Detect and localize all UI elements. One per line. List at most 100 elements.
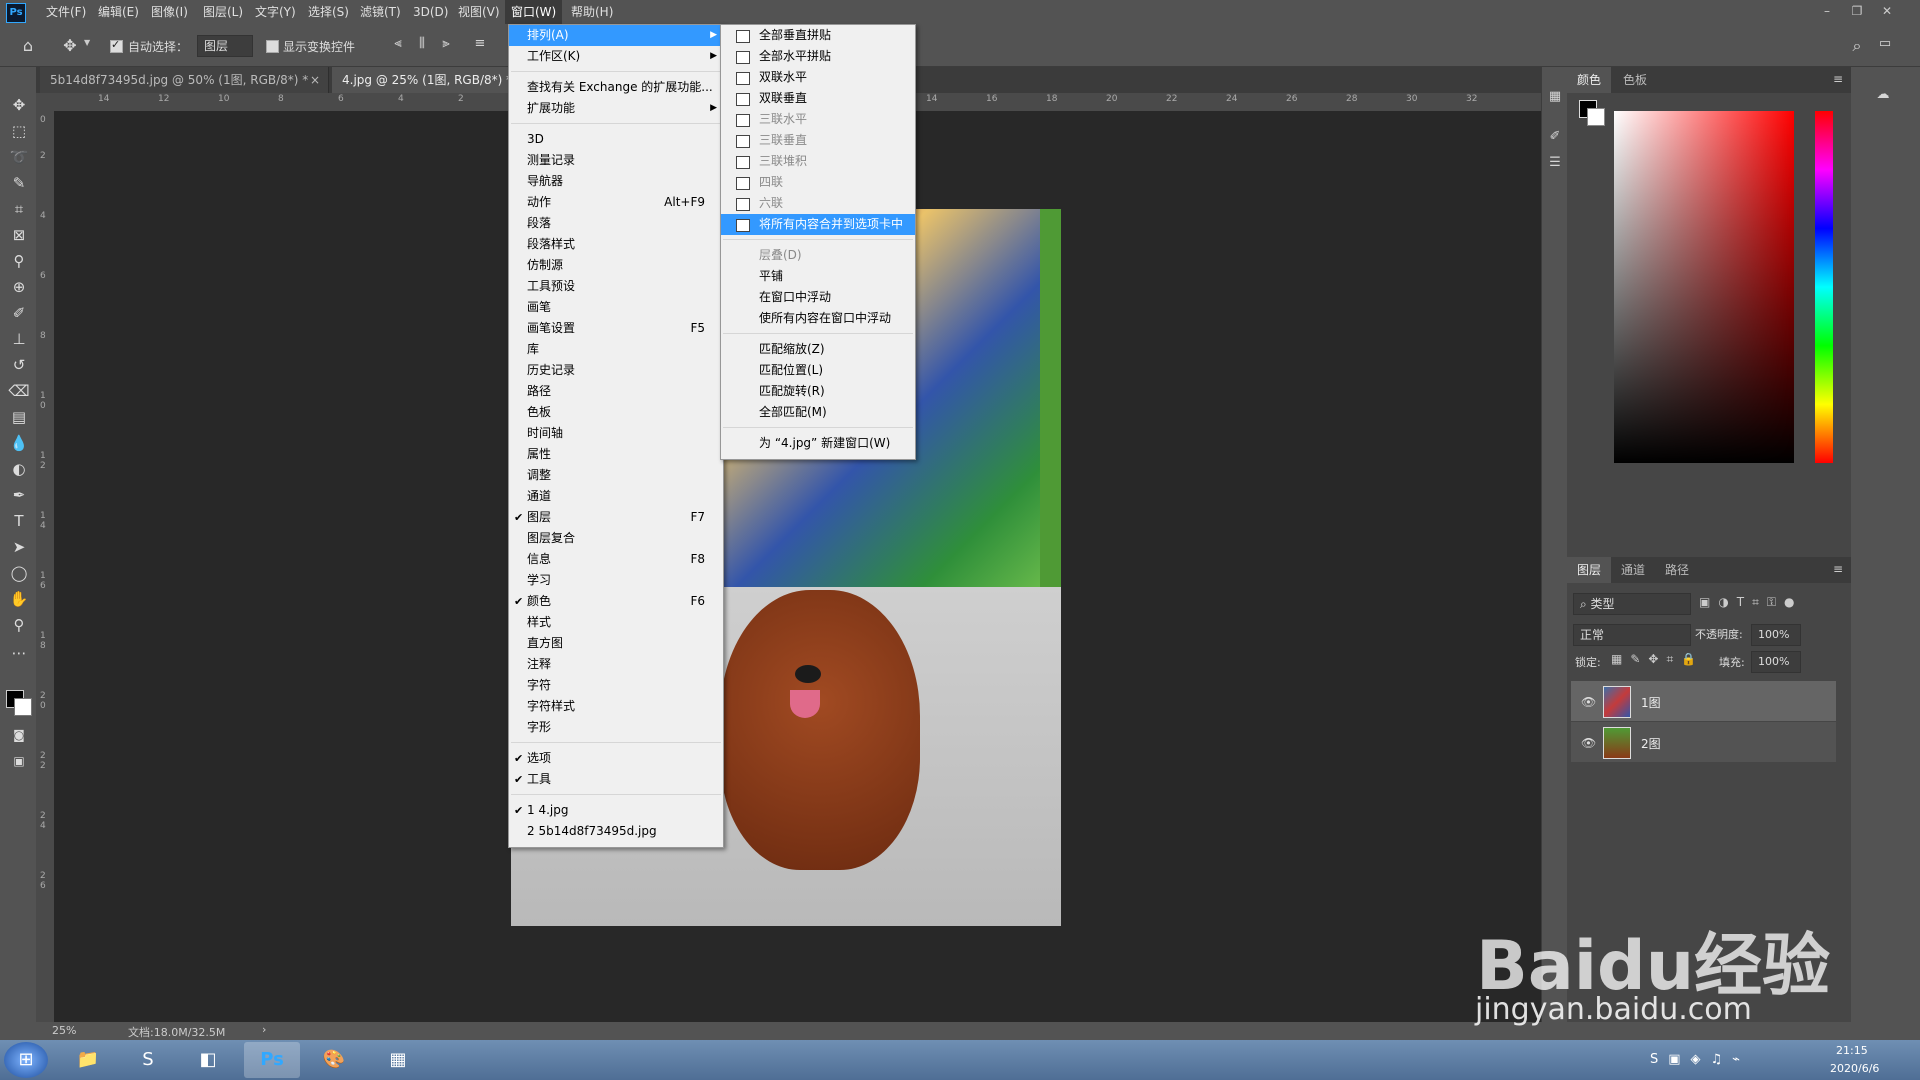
menu-3d[interactable]: 3D(D): [407, 0, 454, 24]
menu-type[interactable]: 文字(Y): [249, 0, 302, 24]
window-menu-item[interactable]: 字符: [509, 675, 723, 696]
window-menu-item[interactable]: 样式: [509, 612, 723, 633]
quick-select-tool-icon[interactable]: ✎: [8, 172, 30, 194]
window-menu-item[interactable]: 仿制源: [509, 255, 723, 276]
history-panel-icon[interactable]: ▦: [1546, 89, 1564, 104]
window-menu-item[interactable]: 学习: [509, 570, 723, 591]
shape-tool-icon[interactable]: ◯: [8, 562, 30, 584]
window-menu-item[interactable]: 段落: [509, 213, 723, 234]
arrange-menu-item[interactable]: 匹配位置(L): [721, 360, 915, 381]
arrange-menu-item[interactable]: 为 “4.jpg” 新建窗口(W): [721, 433, 915, 454]
tab-channels[interactable]: 通道: [1611, 557, 1655, 583]
window-menu-item[interactable]: 直方图: [509, 633, 723, 654]
auto-select-checkbox[interactable]: [110, 38, 123, 53]
system-tray-icons[interactable]: S▣◈♫⌁: [1650, 1052, 1750, 1067]
arrange-menu-item[interactable]: 三联堆积: [721, 151, 915, 172]
window-menu-item[interactable]: 工作区(K) ▶: [509, 46, 723, 67]
quick-mask-icon[interactable]: ◙: [8, 724, 30, 746]
window-menu-item[interactable]: 路径: [509, 381, 723, 402]
window-menu-item[interactable]: 查找有关 Exchange 的扩展功能...: [509, 77, 723, 98]
window-menu-item[interactable]: 画笔: [509, 297, 723, 318]
eye-icon[interactable]: 👁: [1581, 695, 1597, 709]
layer-filter-icons[interactable]: ▣◑T⌗⚿●: [1699, 595, 1803, 610]
layer-name[interactable]: 2图: [1641, 735, 1661, 752]
brush-panel-icon[interactable]: ✐: [1546, 129, 1564, 144]
window-menu-item[interactable]: 时间轴: [509, 423, 723, 444]
layer-filter-dropdown[interactable]: ⌕ 类型: [1573, 593, 1691, 615]
window-menu-item[interactable]: 段落样式: [509, 234, 723, 255]
window-menu-item[interactable]: 导航器: [509, 171, 723, 192]
restore-icon[interactable]: ❐: [1845, 2, 1869, 20]
window-menu-item[interactable]: 库: [509, 339, 723, 360]
window-menu-item[interactable]: 字符样式: [509, 696, 723, 717]
tab-swatches[interactable]: 色板: [1613, 67, 1657, 93]
zoom-tool-icon[interactable]: ⚲: [8, 614, 30, 636]
eraser-tool-icon[interactable]: ⌫: [8, 380, 30, 402]
sogou-browser-icon[interactable]: S: [120, 1042, 176, 1078]
chevron-right-icon[interactable]: ›: [262, 1023, 266, 1036]
tab-close-icon[interactable]: ×: [310, 67, 320, 93]
arrange-menu-item[interactable]: 全部垂直拼贴: [721, 25, 915, 46]
align-center-icon[interactable]: ⫼: [412, 36, 432, 51]
arrange-menu-item[interactable]: 三联水平: [721, 109, 915, 130]
search-icon[interactable]: ⌕: [1847, 36, 1867, 56]
arrange-menu-item[interactable]: 将所有内容合并到选项卡中: [721, 214, 915, 235]
arrange-menu-item[interactable]: 平铺: [721, 266, 915, 287]
tab-paths[interactable]: 路径: [1655, 557, 1699, 583]
window-menu-item[interactable]: 调整: [509, 465, 723, 486]
healing-tool-icon[interactable]: ⊕: [8, 276, 30, 298]
adjust-panel-icon[interactable]: ☰: [1546, 155, 1564, 170]
hue-slider[interactable]: [1815, 111, 1833, 463]
window-menu-item[interactable]: 通道: [509, 486, 723, 507]
gradient-tool-icon[interactable]: ▤: [8, 406, 30, 428]
window-menu-item[interactable]: 信息 F8: [509, 549, 723, 570]
minimize-icon[interactable]: –: [1815, 2, 1839, 20]
move-tool-icon[interactable]: ✥: [60, 36, 80, 55]
workspace-icon[interactable]: ▭: [1875, 36, 1895, 51]
layer-name[interactable]: 1图: [1641, 694, 1661, 711]
window-menu-item[interactable]: 测量记录: [509, 150, 723, 171]
type-tool-icon[interactable]: T: [8, 510, 30, 532]
fill-input[interactable]: 100%: [1751, 651, 1801, 673]
screen-mode-icon[interactable]: ▣: [8, 750, 30, 772]
arrange-menu-item[interactable]: 在窗口中浮动: [721, 287, 915, 308]
path-select-tool-icon[interactable]: ➤: [8, 536, 30, 558]
window-menu-item[interactable]: 字形: [509, 717, 723, 738]
arrange-menu-item[interactable]: 双联垂直: [721, 88, 915, 109]
frame-tool-icon[interactable]: ⊠: [8, 224, 30, 246]
arrange-menu-item[interactable]: 四联: [721, 172, 915, 193]
menu-help[interactable]: 帮助(H): [565, 0, 619, 24]
align-top-icon[interactable]: ≡: [470, 36, 490, 51]
menu-filter[interactable]: 滤镜(T): [354, 0, 407, 24]
show-transform-checkbox[interactable]: [266, 40, 279, 53]
layer-row[interactable]: 👁 2图: [1571, 722, 1836, 762]
crop-tool-icon[interactable]: ⌗: [8, 198, 30, 220]
panel-menu-icon[interactable]: ≡: [1833, 562, 1843, 576]
arrange-menu-item[interactable]: 全部匹配(M): [721, 402, 915, 423]
window-menu-item[interactable]: 动作 Alt+F9: [509, 192, 723, 213]
app-icon[interactable]: ◧: [180, 1042, 236, 1078]
menu-file[interactable]: 文件(F): [40, 0, 92, 24]
arrange-menu-item[interactable]: 全部水平拼贴: [721, 46, 915, 67]
background-color-swatch[interactable]: [14, 698, 32, 716]
blur-tool-icon[interactable]: 💧: [8, 432, 30, 454]
arrange-menu-item[interactable]: 匹配旋转(R): [721, 381, 915, 402]
arrange-menu-item[interactable]: 匹配缩放(Z): [721, 339, 915, 360]
window-menu-item[interactable]: 排列(A) ▶: [509, 25, 723, 46]
menu-view[interactable]: 视图(V): [452, 0, 506, 24]
home-icon[interactable]: ⌂: [18, 36, 38, 55]
window-menu-item[interactable]: ✔ 颜色 F6: [509, 591, 723, 612]
pen-tool-icon[interactable]: ✒: [8, 484, 30, 506]
menu-layer[interactable]: 图层(L): [197, 0, 249, 24]
menu-select[interactable]: 选择(S): [302, 0, 355, 24]
window-menu-item[interactable]: 2 5b14d8f73495d.jpg: [509, 821, 723, 842]
arrange-menu-item[interactable]: 层叠(D): [721, 245, 915, 266]
hand-tool-icon[interactable]: ✋: [8, 588, 30, 610]
eyedropper-tool-icon[interactable]: ⚲: [8, 250, 30, 272]
window-menu-item[interactable]: ✔ 工具: [509, 769, 723, 790]
clock-time[interactable]: 21:15: [1836, 1044, 1868, 1057]
window-menu-item[interactable]: 注释: [509, 654, 723, 675]
close-icon[interactable]: ✕: [1875, 2, 1899, 20]
tab-color[interactable]: 颜色: [1567, 67, 1612, 93]
tab-doc-5b14[interactable]: 5b14d8f73495d.jpg @ 50% (1图, RGB/8*) * ×: [40, 67, 329, 93]
